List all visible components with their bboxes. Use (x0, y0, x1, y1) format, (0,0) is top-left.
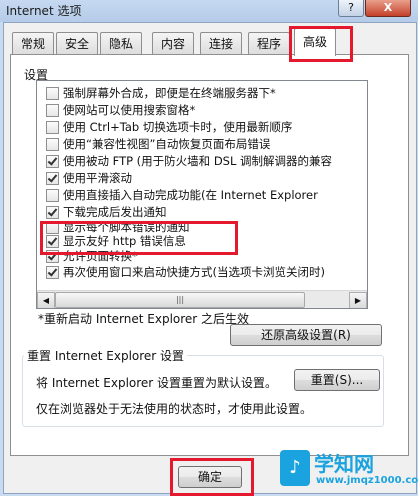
setting-item[interactable]: 强制屏幕外合成，即便是在终端服务器下* (46, 85, 276, 101)
tab-privacy[interactable]: 隐私 (100, 32, 143, 55)
title-bar: Internet 选项 ? X (0, 0, 418, 22)
setting-label: 使网站可以使用搜索窗格* (63, 103, 196, 117)
watermark-logo-icon: ♪ (280, 450, 310, 486)
setting-item[interactable]: 使用“兼容性视图”自动恢复页面布局错误 (46, 136, 271, 152)
setting-label: 使用 Ctrl+Tab 切换选项卡时，使用最新顺序 (63, 120, 293, 134)
scroll-thumb[interactable]: ||| (55, 292, 305, 308)
checkbox[interactable] (46, 189, 59, 202)
checkbox[interactable] (46, 172, 59, 185)
tab-connections[interactable]: 连接 (200, 32, 243, 55)
scroll-left-button[interactable]: ◀ (37, 292, 55, 308)
scroll-right-button[interactable]: ▶ (349, 292, 367, 308)
checkbox[interactable] (46, 206, 59, 219)
checkbox[interactable] (46, 87, 59, 100)
tab-programs[interactable]: 程序 (248, 32, 291, 55)
setting-item[interactable]: 使用被动 FTP (用于防火墙和 DSL 调制解调器的兼容 (46, 153, 333, 169)
setting-item[interactable]: 使用直接插入自动完成功能(在 Internet Explorer (46, 187, 318, 203)
tab-security[interactable]: 安全 (56, 32, 99, 55)
watermark-url: www.jmqz1000.com (316, 475, 418, 486)
tab-general[interactable]: 常规 (12, 32, 55, 55)
setting-item[interactable]: 下载完成后发出通知 (46, 204, 167, 220)
setting-item[interactable]: 再次使用窗口来启动快捷方式(当选项卡浏览关闭时) (46, 264, 325, 280)
close-button[interactable]: X (365, 0, 411, 17)
setting-label: 下载完成后发出通知 (63, 205, 167, 219)
setting-label: 强制屏幕外合成，即便是在终端服务器下* (63, 86, 276, 100)
restore-advanced-button[interactable]: 还原高级设置(R) (230, 324, 382, 346)
setting-label: 使用平滑滚动 (63, 171, 132, 185)
watermark-title: 学知网 (314, 452, 374, 476)
checkbox[interactable] (46, 121, 59, 134)
setting-item[interactable]: 使用平滑滚动 (46, 170, 132, 186)
reset-description: 将 Internet Explorer 设置重置为默认设置。 (36, 376, 278, 390)
restart-note: *重新启动 Internet Explorer 之后生效 (38, 312, 250, 326)
setting-label: 使用被动 FTP (用于防火墙和 DSL 调制解调器的兼容 (63, 154, 333, 168)
reset-group-title: 重置 Internet Explorer 设置 (24, 347, 188, 364)
help-button[interactable]: ? (338, 0, 364, 17)
checkbox[interactable] (46, 155, 59, 168)
checkbox[interactable] (46, 138, 59, 151)
setting-label: 使用直接插入自动完成功能(在 Internet Explorer (63, 188, 318, 202)
setting-label: 再次使用窗口来启动快捷方式(当选项卡浏览关闭时) (63, 265, 325, 279)
checkbox[interactable] (46, 266, 59, 279)
reset-button[interactable]: 重置(S)... (294, 369, 380, 391)
checkbox[interactable] (46, 104, 59, 117)
settings-list[interactable]: 强制屏幕外合成，即便是在终端服务器下* 使网站可以使用搜索窗格* 使用 Ctrl… (36, 80, 368, 309)
window-title: Internet 选项 (6, 4, 82, 18)
watermark: ♪ 学知网 www.jmqz1000.com (280, 446, 418, 494)
highlight-ok-button (170, 458, 254, 496)
setting-item[interactable]: 使用 Ctrl+Tab 切换选项卡时，使用最新顺序 (46, 119, 293, 135)
reset-warning: 仅在浏览器处于无法使用的状态时，才使用此设置。 (36, 402, 313, 416)
highlight-advanced-tab (289, 26, 353, 62)
horizontal-scrollbar[interactable]: ◀ ||| ▶ (37, 290, 367, 308)
tab-content[interactable]: 内容 (152, 32, 195, 55)
setting-label: 使用“兼容性视图”自动恢复页面布局错误 (63, 137, 271, 151)
setting-item[interactable]: 使网站可以使用搜索窗格* (46, 102, 196, 118)
highlight-friendly-http-errors (40, 221, 238, 255)
